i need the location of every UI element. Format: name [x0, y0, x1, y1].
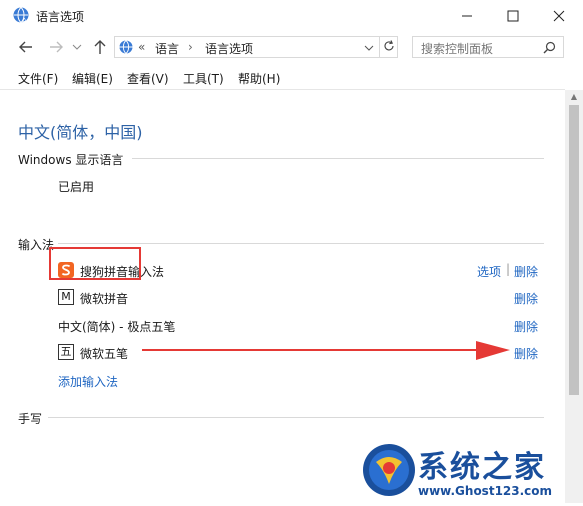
address-bar[interactable]: « 语言 › 语言选项: [114, 36, 398, 58]
scrollbar-thumb[interactable]: [569, 105, 579, 395]
title-bar: A 语言选项: [0, 0, 583, 31]
close-button[interactable]: [536, 0, 582, 31]
breadcrumb-language[interactable]: 语言: [155, 40, 179, 57]
ime-item-label: 中文(简体) - 极点五笔: [58, 320, 176, 334]
microsoft-wubi-icon: 五: [58, 344, 74, 360]
menu-bar: 文件(F) 编辑(E) 查看(V) 工具(T) 帮助(H): [0, 67, 583, 89]
maximize-button[interactable]: [490, 0, 536, 31]
menu-tools[interactable]: 工具(T): [183, 70, 224, 87]
language-title: 中文(简体，中国): [18, 123, 143, 142]
refresh-button[interactable]: [379, 36, 398, 58]
microsoft-wubi-icon-glyph: 五: [60, 345, 72, 358]
menu-edit[interactable]: 编辑(E): [72, 70, 113, 87]
search-placeholder: 搜索控制面板: [421, 42, 494, 56]
refresh-icon: [384, 40, 394, 51]
ime-divider: [58, 243, 544, 244]
minimize-icon: [462, 15, 472, 16]
link-separator: |: [506, 262, 511, 276]
microsoft-pinyin-icon-letter: M: [61, 290, 71, 303]
microsoft-wubi-remove-link[interactable]: 删除: [514, 345, 538, 362]
handwriting-heading: 手写: [18, 412, 43, 426]
watermark: 系统之家 www.Ghost123.com: [356, 440, 583, 503]
sogou-options-link[interactable]: 选项: [477, 263, 501, 280]
language-options-icon: A: [13, 7, 29, 24]
watermark-url: www.Ghost123.com: [418, 484, 553, 498]
display-language-status: 已启用: [58, 180, 95, 194]
menu-file[interactable]: 文件(F): [18, 70, 58, 87]
minimize-button[interactable]: [444, 0, 490, 31]
annotation-highlight-box: [49, 247, 141, 280]
recent-locations-chevron-icon[interactable]: [72, 43, 82, 51]
menu-help[interactable]: 帮助(H): [238, 70, 280, 87]
address-dropdown-chevron-icon[interactable]: [364, 44, 374, 52]
sogou-remove-link[interactable]: 删除: [514, 263, 538, 280]
maximize-icon: [507, 10, 519, 21]
watermark-text: 系统之家: [418, 450, 546, 485]
search-box[interactable]: 搜索控制面板: [412, 36, 564, 58]
annotation-arrow: [142, 341, 510, 360]
ime-item-label: 微软五笔: [80, 347, 129, 361]
jidian-wubi-remove-link[interactable]: 删除: [514, 318, 538, 335]
add-ime-link[interactable]: 添加输入法: [58, 373, 118, 390]
forward-arrow-icon[interactable]: [48, 40, 64, 54]
scroll-up-arrow-icon[interactable]: ▲: [565, 90, 583, 104]
control-panel-icon: [119, 40, 133, 54]
breadcrumb-separator: ›: [188, 40, 193, 54]
search-icon[interactable]: [543, 41, 556, 54]
display-language-divider: [132, 158, 544, 159]
menu-view[interactable]: 查看(V): [127, 70, 169, 87]
display-language-heading: Windows 显示语言: [18, 153, 124, 167]
microsoft-pinyin-remove-link[interactable]: 删除: [514, 290, 538, 307]
svg-text:A: A: [22, 17, 27, 24]
up-arrow-icon[interactable]: [93, 39, 107, 55]
microsoft-pinyin-icon: M: [58, 289, 74, 305]
breadcrumb-overflow[interactable]: «: [138, 40, 145, 54]
back-arrow-icon[interactable]: [18, 40, 34, 54]
breadcrumb-language-options[interactable]: 语言选项: [205, 40, 253, 57]
close-icon: [553, 10, 565, 21]
handwriting-divider: [48, 417, 544, 418]
ime-item-label: 微软拼音: [80, 292, 129, 306]
window-title: 语言选项: [36, 10, 85, 24]
